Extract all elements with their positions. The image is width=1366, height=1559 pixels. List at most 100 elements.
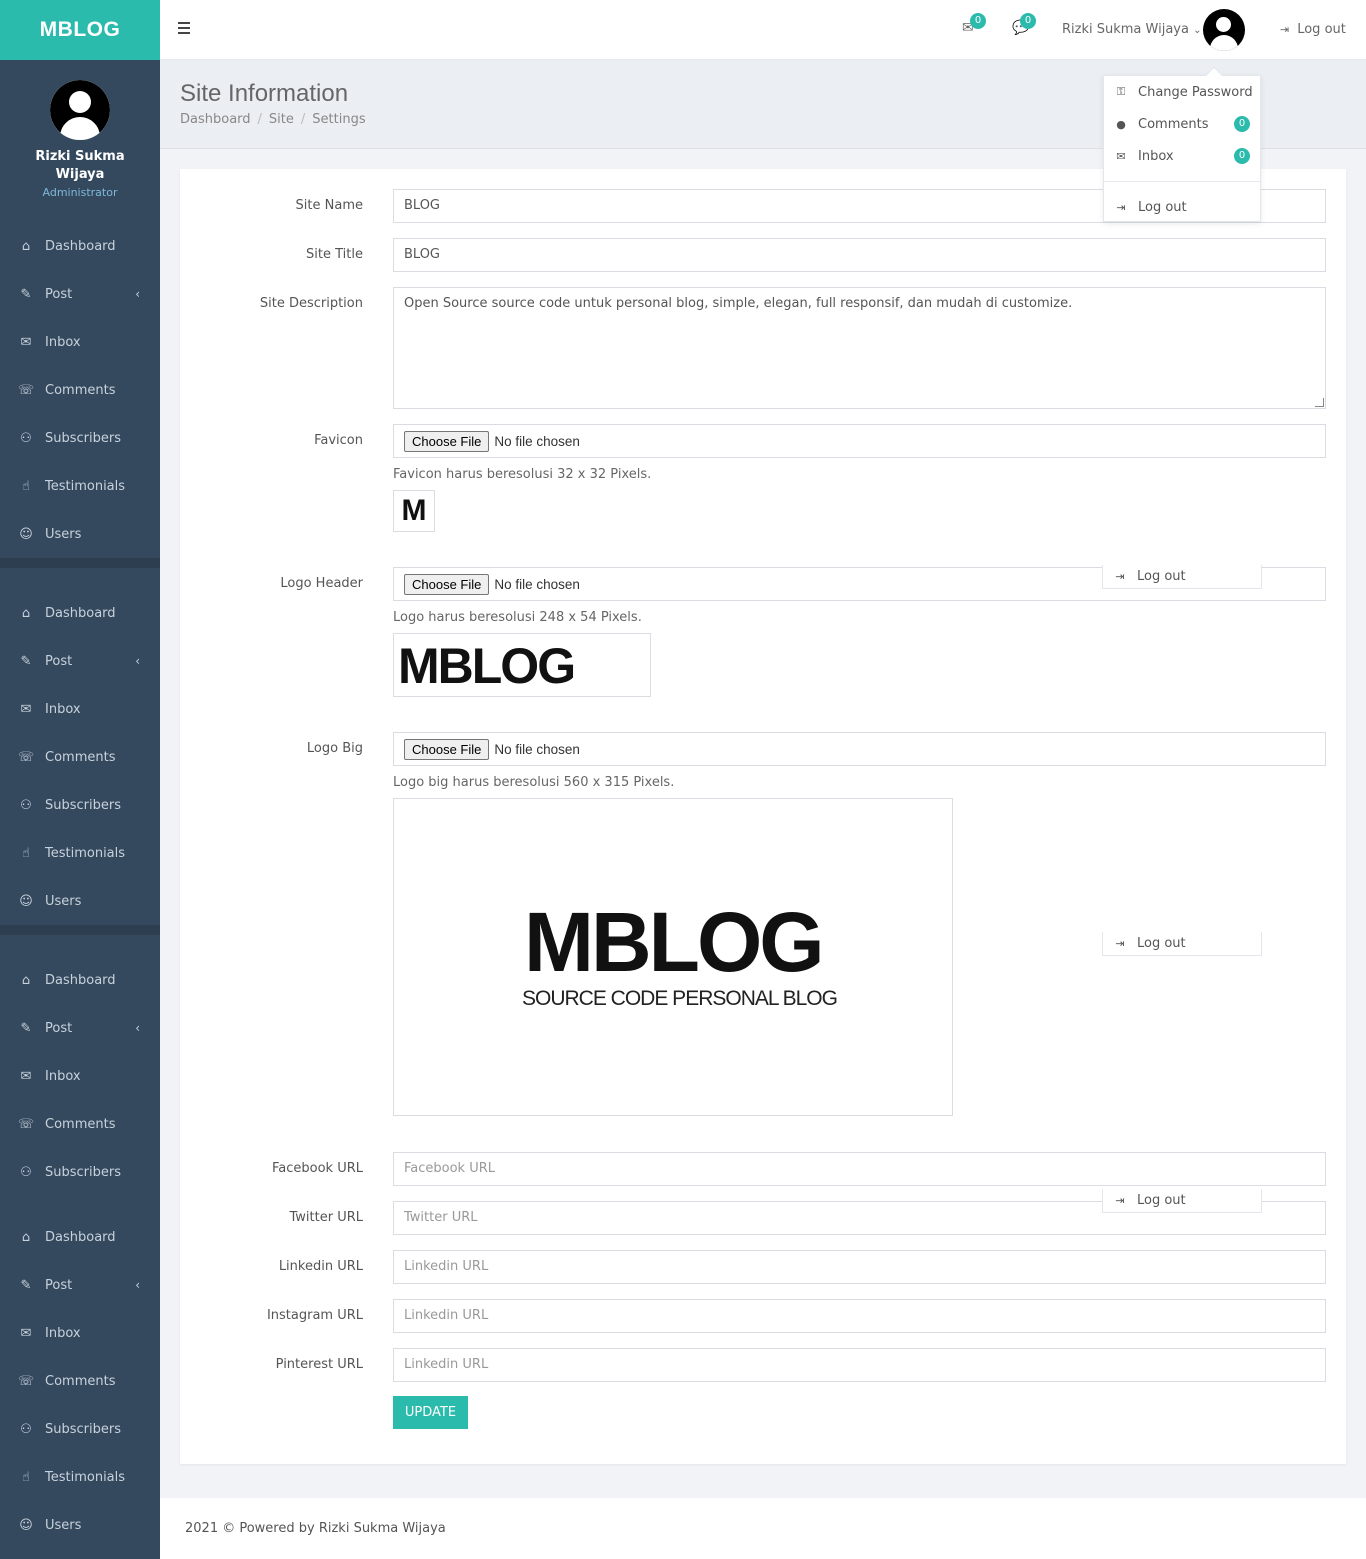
home-icon: ⌂ (21, 972, 31, 988)
sidebar-item-dashboard[interactable]: ⌂ Dashboard (0, 222, 160, 270)
home-icon: ⌂ (21, 238, 31, 254)
sidebar-item-subscribers[interactable]: ⚇ Subscribers (0, 1148, 160, 1196)
user-menu-toggle[interactable]: Rizki Sukma Wijaya ⌄ (1062, 22, 1201, 37)
linkedin-url-input[interactable]: Linkedin URL (393, 1250, 1326, 1284)
sidebar-item-users[interactable]: ☺ Users (0, 877, 160, 925)
user-name: Rizki Sukma Wijaya (1062, 22, 1189, 37)
chevron-left-icon: ‹ (135, 287, 140, 301)
sidebar-item-label: Subscribers (45, 1421, 121, 1437)
menu-toggle-icon[interactable] (178, 22, 190, 37)
sidebar-item-inbox[interactable]: ✉ Inbox (0, 1052, 160, 1100)
sidebar-item-label: Comments (45, 1373, 116, 1389)
favicon-preview: M (393, 490, 435, 532)
logo-header-choose-file-button[interactable]: Choose File (404, 573, 490, 595)
sidebar-item-comments[interactable]: ☏ Comments (0, 1100, 160, 1148)
sidebar-item-comments[interactable]: ☏ Comments (0, 733, 160, 781)
sidebar-item-label: Inbox (45, 1068, 81, 1084)
logo-big-preview-subtext: SOURCE CODE PERSONAL BLOG (522, 987, 838, 1010)
pin-icon: ✎ (20, 1277, 32, 1293)
envelope-icon: ✉ (20, 334, 32, 350)
pinterest-url-input[interactable]: Linkedin URL (393, 1348, 1326, 1382)
pin-icon: ✎ (20, 286, 32, 302)
breadcrumb-settings: Settings (312, 112, 366, 127)
sidebar-item-dashboard[interactable]: ⌂ Dashboard (0, 1213, 160, 1261)
avatar[interactable] (1203, 9, 1245, 51)
update-button[interactable]: UPDATE (393, 1396, 468, 1429)
sidebar-item-users[interactable]: ☺ Users (0, 1501, 160, 1549)
settings-panel: Site Name BLOG Site Title BLOG Site Desc… (180, 169, 1346, 1464)
sidebar-item-label: Subscribers (45, 797, 121, 813)
dropdown-comments[interactable]: ● Comments 0 (1104, 108, 1260, 140)
dropdown-change-password[interactable]: ⚿ Change Password (1104, 76, 1260, 108)
favicon-help-text: Favicon harus beresolusi 32 x 32 Pixels. (393, 467, 652, 482)
sidebar-divider (0, 925, 160, 935)
sidebar-item-testimonials[interactable]: ☝ Testimonials (0, 829, 160, 877)
sign-out-icon: ⇥ (1116, 200, 1126, 214)
users-icon: ⚇ (20, 1164, 32, 1180)
sidebar-item-testimonials[interactable]: ☝ Testimonials (0, 1453, 160, 1501)
sidebar-item-label: Post (45, 286, 73, 302)
sidebar-item-subscribers[interactable]: ⚇ Subscribers (0, 1405, 160, 1453)
sidebar-item-label: Post (45, 1277, 73, 1293)
site-description-textarea[interactable]: Open Source source code untuk personal b… (393, 287, 1326, 409)
favicon-preview-text: M (401, 494, 427, 527)
comments-count-badge: 0 (1020, 13, 1036, 29)
dropdown-item-label: Log out (1137, 569, 1186, 584)
logo-big-label: Logo Big (306, 741, 363, 756)
sidebar-item-post[interactable]: ✎ Post ‹ (0, 637, 160, 685)
sidebar-item-testimonials[interactable]: ☝ Testimonials (0, 462, 160, 510)
sidebar-item-subscribers[interactable]: ⚇ Subscribers (0, 414, 160, 462)
sidebar-item-inbox[interactable]: ✉ Inbox (0, 1309, 160, 1357)
sign-out-icon: ⇥ (1115, 1194, 1125, 1207)
comment-icon: ● (1116, 117, 1126, 131)
sidebar-item-label: Testimonials (45, 478, 126, 494)
sidebar-item-post[interactable]: ✎ Post ‹ (0, 270, 160, 318)
footer: 2021 © Powered by Rizki Sukma Wijaya (160, 1498, 1366, 1559)
logo-big-file-status: No file chosen (494, 741, 580, 757)
thumbs-up-icon: ☝ (22, 1469, 30, 1485)
users-icon: ⚇ (20, 430, 32, 446)
facebook-url-label: Facebook URL (271, 1161, 363, 1176)
logout-link[interactable]: ⇥ Log out (1280, 22, 1346, 37)
dropdown-logout[interactable]: ⇥ Log out (1104, 191, 1260, 223)
logo-big-file-input: Choose File No file chosen (393, 732, 1326, 766)
pin-icon: ✎ (20, 1020, 32, 1036)
facebook-url-input[interactable]: Facebook URL (393, 1152, 1326, 1186)
sidebar-item-label: Testimonials (45, 845, 126, 861)
sidebar-item-dashboard[interactable]: ⌂ Dashboard (0, 956, 160, 1004)
dropdown-inbox[interactable]: ✉ Inbox 0 (1104, 140, 1260, 172)
sidebar-item-subscribers[interactable]: ⚇ Subscribers (0, 781, 160, 829)
dropdown-item-label: Log out (1137, 936, 1186, 951)
sidebar: MBLOG Rizki Sukma Wijaya Administrator ⌂… (0, 0, 160, 1559)
sign-out-icon: ⇥ (1280, 23, 1290, 36)
logo-header-label: Logo Header (280, 576, 363, 591)
site-title-input[interactable]: BLOG (393, 238, 1326, 272)
sidebar-item-inbox[interactable]: ✉ Inbox (0, 685, 160, 733)
site-title-label: Site Title (306, 247, 363, 262)
sidebar-item-label: Testimonials (45, 1469, 126, 1485)
brand-logo[interactable]: MBLOG (0, 0, 160, 60)
sidebar-item-inbox[interactable]: ✉ Inbox (0, 318, 160, 366)
sidebar-item-dashboard[interactable]: ⌂ Dashboard (0, 589, 160, 637)
dropdown-logout-ghost: ⇥ Log out (1102, 932, 1262, 956)
resize-handle-icon[interactable] (1315, 398, 1324, 407)
sidebar-divider (0, 558, 160, 568)
sidebar-item-users[interactable]: ☺ Users (0, 510, 160, 558)
site-description-label: Site Description (259, 296, 363, 311)
sidebar-item-post[interactable]: ✎ Post ‹ (0, 1004, 160, 1052)
sidebar-item-label: Comments (45, 1116, 116, 1132)
sidebar-item-comments[interactable]: ☏ Comments (0, 366, 160, 414)
linkedin-url-label: Linkedin URL (278, 1259, 363, 1274)
logo-big-preview: MBLOG SOURCE CODE PERSONAL BLOG (393, 798, 953, 1116)
sidebar-item-comments[interactable]: ☏ Comments (0, 1357, 160, 1405)
favicon-choose-file-button[interactable]: Choose File (404, 430, 490, 452)
breadcrumb-dashboard[interactable]: Dashboard (180, 112, 251, 127)
home-icon: ⌂ (21, 1229, 31, 1245)
logo-big-choose-file-button[interactable]: Choose File (404, 738, 490, 760)
footer-text: 2021 © Powered by Rizki Sukma Wijaya (185, 1521, 446, 1536)
breadcrumb-site[interactable]: Site (269, 112, 294, 127)
sidebar-item-post[interactable]: ✎ Post ‹ (0, 1261, 160, 1309)
sidebar-menu: ⌂ Dashboard ✎ Post ‹ ✉ Inbox ☏ Comments ⚇ Subs… (0, 956, 160, 1196)
instagram-url-input[interactable]: Linkedin URL (393, 1299, 1326, 1333)
comments-icon: ☏ (17, 1116, 35, 1132)
